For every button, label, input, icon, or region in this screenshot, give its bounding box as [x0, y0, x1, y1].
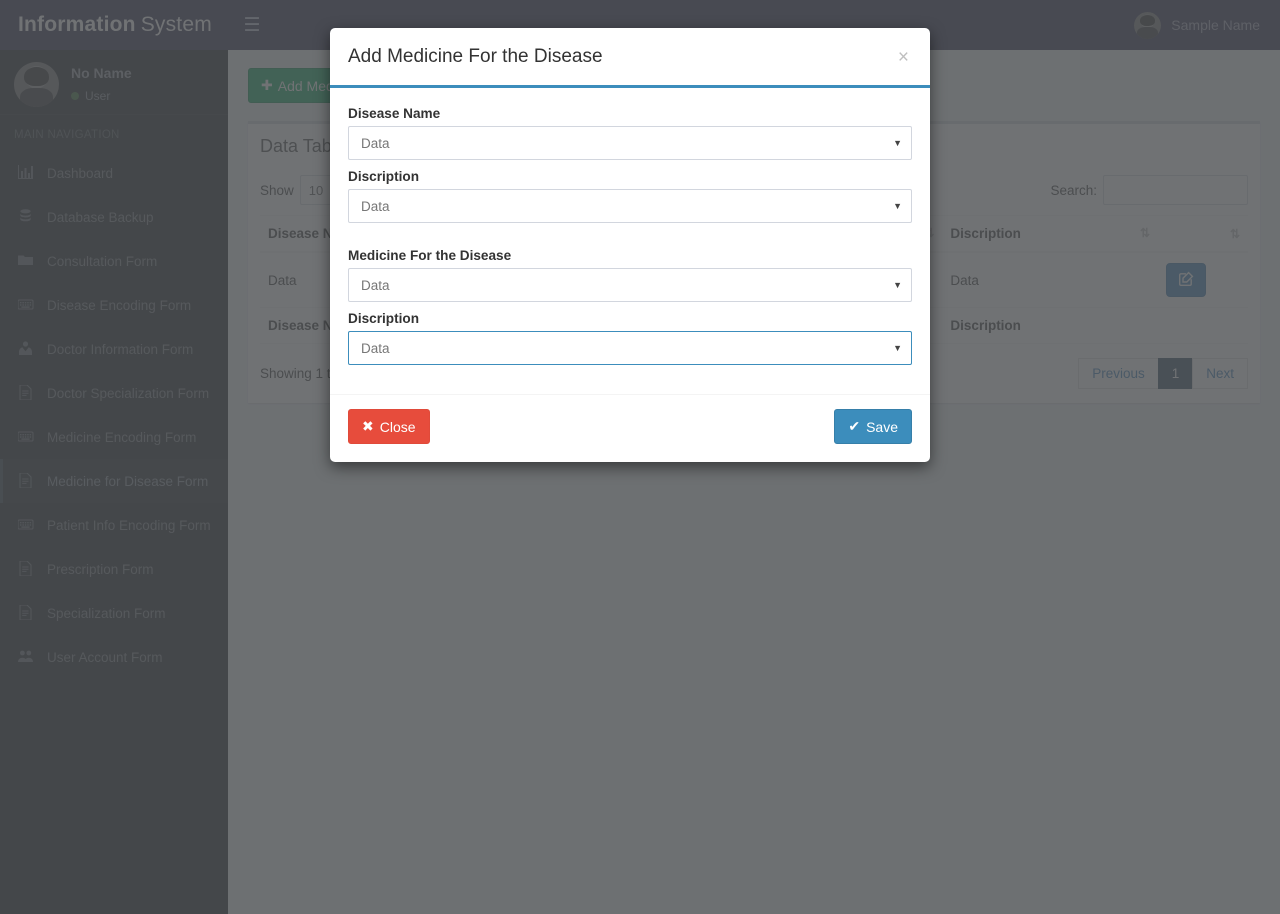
field-value: Data: [361, 198, 390, 214]
form-group: Discription Data ▼: [348, 169, 912, 223]
field-value: Data: [361, 135, 390, 151]
modal-footer: ✖ Close ✔ Save: [330, 394, 930, 462]
field-value: Data: [361, 277, 390, 293]
save-button[interactable]: ✔ Save: [834, 409, 912, 444]
check-icon: ✔: [848, 418, 861, 434]
field-label: Discription: [348, 311, 419, 326]
field-label: Disease Name: [348, 106, 441, 121]
form-spacer: [348, 232, 912, 248]
chevron-down-icon: ▼: [893, 280, 902, 290]
field-value: Data: [361, 340, 390, 356]
modal-body: Disease Name Data ▼ Discription Data ▼ Medicin…: [330, 88, 930, 384]
add-medicine-modal: Add Medicine For the Disease × Disease N…: [330, 28, 930, 462]
chevron-down-icon: ▼: [893, 138, 902, 148]
field-label: Discription: [348, 169, 419, 184]
chevron-down-icon: ▼: [893, 201, 902, 211]
field-select[interactable]: Data ▼: [348, 189, 912, 223]
modal-header: Add Medicine For the Disease ×: [330, 28, 930, 88]
modal-title: Add Medicine For the Disease: [348, 46, 603, 67]
app-root: InformationSystem No Name User MAIN NAVI…: [0, 0, 1280, 914]
field-label: Medicine For the Disease: [348, 248, 512, 263]
form-group: Disease Name Data ▼: [348, 106, 912, 160]
close-button-label: Close: [379, 418, 416, 435]
chevron-down-icon: ▼: [893, 343, 902, 353]
field-select[interactable]: Data ▼: [348, 268, 912, 302]
form-group: Discription Data ▼: [348, 311, 912, 365]
close-icon[interactable]: ×: [895, 46, 912, 69]
field-select[interactable]: Data ▼: [348, 126, 912, 160]
field-select[interactable]: Data ▼: [348, 331, 912, 365]
close-button[interactable]: ✖ Close: [348, 409, 430, 444]
x-icon: ✖: [362, 418, 374, 434]
save-button-label: Save: [866, 418, 898, 435]
form-group: Medicine For the Disease Data ▼: [348, 248, 912, 302]
